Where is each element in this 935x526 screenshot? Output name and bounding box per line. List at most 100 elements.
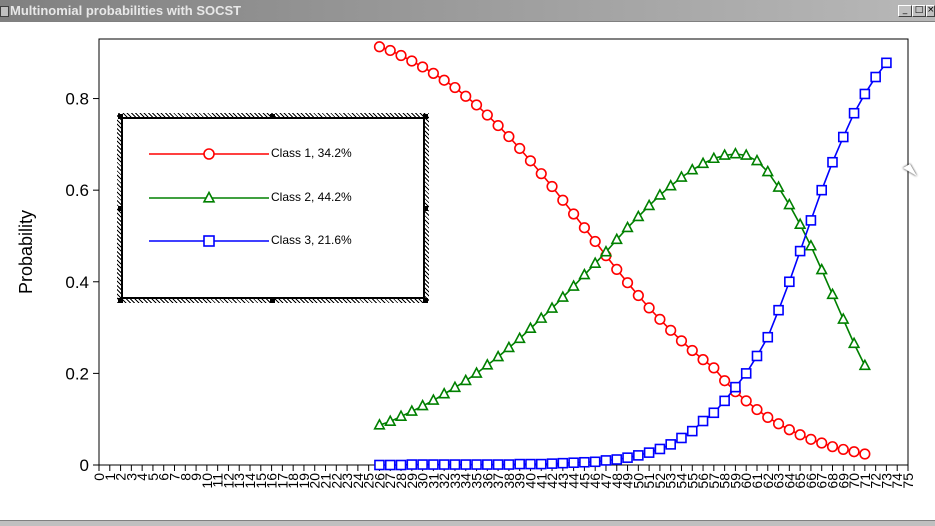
data-point-circle	[546, 180, 558, 193]
data-point-triangle	[448, 380, 462, 393]
data-point-square	[449, 459, 461, 470]
data-point-circle	[697, 354, 709, 366]
data-point-square	[805, 215, 817, 226]
data-point-triangle	[405, 404, 418, 416]
data-point-triangle	[427, 393, 440, 405]
data-point-triangle	[729, 146, 742, 159]
series-line	[379, 153, 866, 426]
data-point-circle	[783, 424, 795, 436]
data-point-circle	[762, 411, 774, 423]
window-titlebar[interactable]: Multinomial probabilities with SOCST _ □…	[0, 0, 935, 22]
legend-swatch	[149, 235, 269, 247]
data-point-circle	[535, 168, 547, 180]
data-point-circle	[826, 441, 839, 453]
data-point-circle	[643, 302, 655, 314]
data-point-circle	[417, 61, 429, 73]
series-line	[379, 46, 866, 455]
data-point-circle	[805, 433, 817, 445]
data-point-circle	[395, 49, 407, 62]
resize-handle[interactable]	[423, 298, 428, 303]
data-point-square	[374, 459, 385, 471]
data-point-circle	[438, 74, 450, 86]
data-point-circle	[848, 446, 860, 458]
data-point-circle	[708, 362, 720, 374]
data-point-square	[525, 458, 536, 470]
data-point-circle	[632, 289, 644, 302]
legend[interactable]: Class 1, 34.2% Class 2, 44.2% Class 3, 21.…	[121, 117, 425, 299]
legend-label: Class 2, 44.2%	[271, 190, 352, 204]
data-point-square	[827, 156, 838, 168]
data-point-square	[859, 88, 871, 100]
data-point-square	[600, 455, 612, 466]
y-axis-label: Probability	[16, 210, 36, 294]
data-point-circle	[589, 235, 601, 248]
data-point-square	[654, 443, 666, 455]
data-point-circle	[816, 437, 828, 449]
data-point-circle	[481, 109, 493, 121]
data-point-triangle	[847, 336, 861, 349]
data-point-circle	[794, 429, 806, 441]
data-point-square	[870, 71, 881, 83]
data-point-square	[784, 276, 795, 288]
y-tick-label: 0	[80, 456, 89, 475]
data-point-square	[482, 459, 493, 470]
y-tick-label: 0.2	[65, 364, 89, 383]
data-point-circle	[751, 403, 763, 416]
data-point-triangle	[664, 179, 677, 191]
data-point-square	[622, 452, 633, 463]
data-point-square	[514, 458, 525, 470]
data-point-square	[881, 57, 892, 69]
data-point-triangle	[202, 190, 216, 203]
resize-handle[interactable]	[118, 298, 123, 303]
data-point-triangle	[438, 387, 451, 399]
y-tick-label: 0.8	[65, 90, 89, 109]
app-icon[interactable]	[0, 6, 9, 17]
data-point-circle	[492, 119, 504, 132]
legend-label: Class 3, 21.6%	[271, 233, 352, 247]
data-point-triangle	[653, 188, 667, 200]
data-point-circle	[460, 90, 472, 102]
data-point-circle	[740, 395, 752, 407]
data-point-triangle	[858, 358, 871, 371]
data-point-square	[762, 331, 774, 343]
data-point-triangle	[459, 373, 472, 386]
data-point-square	[568, 457, 579, 469]
data-point-triangle	[815, 262, 828, 275]
resize-handle[interactable]	[118, 114, 123, 119]
legend-swatch	[149, 190, 269, 203]
series-2	[373, 146, 871, 430]
data-point-square	[417, 459, 428, 470]
data-point-circle	[837, 443, 849, 456]
data-point-triangle	[481, 358, 494, 370]
resize-handle[interactable]	[118, 206, 123, 211]
data-point-triangle	[804, 239, 818, 251]
data-point-square	[384, 459, 396, 471]
data-point-circle	[557, 194, 569, 206]
data-point-circle	[665, 324, 677, 336]
data-point-square	[535, 458, 547, 470]
y-axis: 0 0.2 0.4 0.6 0.8	[65, 90, 99, 475]
maximize-button[interactable]: □	[912, 5, 926, 17]
resize-handle[interactable]	[270, 114, 275, 119]
x-axis: 0123456789101112131415161718192021222324…	[91, 465, 916, 489]
data-point-square	[740, 368, 752, 379]
resize-handle[interactable]	[270, 298, 275, 303]
data-point-square	[611, 454, 623, 465]
data-point-circle	[503, 130, 515, 143]
legend-swatch	[149, 148, 269, 160]
data-point-square	[546, 458, 558, 469]
y-tick-label: 0.4	[65, 273, 89, 292]
close-button[interactable]: ×	[926, 5, 935, 17]
data-point-square	[203, 235, 215, 247]
data-point-triangle	[491, 349, 505, 362]
data-point-circle	[384, 44, 396, 57]
data-point-circle	[449, 81, 461, 94]
data-point-square	[719, 395, 730, 407]
minimize-button[interactable]: _	[898, 5, 912, 17]
data-point-circle	[578, 222, 591, 234]
data-point-square	[406, 459, 418, 470]
resize-handle[interactable]	[423, 114, 428, 119]
data-point-square	[503, 459, 515, 470]
series-3	[374, 57, 892, 471]
resize-handle[interactable]	[423, 206, 428, 211]
